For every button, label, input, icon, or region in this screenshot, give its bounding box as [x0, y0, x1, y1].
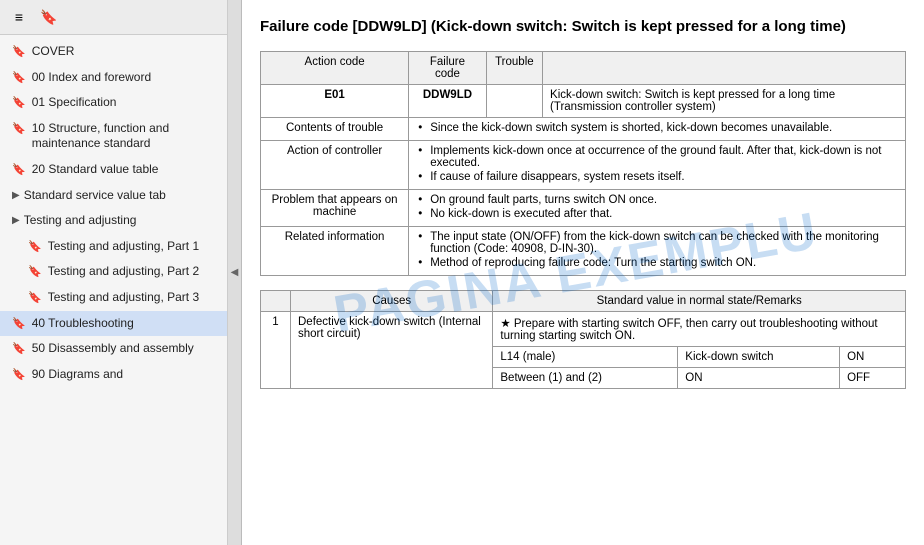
- action-code-value: E01: [261, 85, 409, 118]
- page-title: Failure code [DDW9LD] (Kick-down switch:…: [260, 16, 906, 37]
- problem-machine-label: Problem that appears on machine: [261, 190, 409, 227]
- sidebar-item-testing-adj-1[interactable]: 🔖 Testing and adjusting, Part 1: [0, 234, 227, 260]
- sidebar-item-label: 10 Structure, function and maintenance s…: [32, 121, 219, 152]
- sidebar-item-label: Testing and adjusting, Part 2: [48, 264, 219, 280]
- main-content: Failure code [DDW9LD] (Kick-down switch:…: [242, 0, 924, 545]
- related-info-value: The input state (ON/OFF) from the kick-d…: [409, 227, 906, 276]
- bookmark-item-icon: 🔖: [12, 96, 26, 110]
- info-table: Action code Failure code Trouble E01 DDW…: [260, 51, 906, 276]
- sidebar-item-20-standard[interactable]: 🔖 20 Standard value table: [0, 157, 227, 183]
- contents-value: Since the kick-down switch system is sho…: [409, 118, 906, 141]
- sidebar-item-00-index[interactable]: 🔖 00 Index and foreword: [0, 65, 227, 91]
- bookmark-icon[interactable]: 🔖: [38, 6, 60, 28]
- on-label: ON: [840, 347, 906, 368]
- cause-value: Defective kick-down switch (Internal sho…: [291, 312, 493, 389]
- sidebar-item-label: Testing and adjusting: [24, 213, 219, 229]
- sidebar-item-testing-adj-2[interactable]: 🔖 Testing and adjusting, Part 2: [0, 259, 227, 285]
- sidebar-item-40-trouble[interactable]: 🔖 40 Troubleshooting: [0, 311, 227, 337]
- col-trouble-desc-header: [543, 52, 906, 85]
- sidebar-item-label: Standard service value tab: [24, 188, 219, 204]
- off-value: OFF: [840, 368, 906, 389]
- collapse-arrow-icon: ◀: [231, 267, 239, 278]
- row-num: 1: [261, 312, 291, 389]
- bookmark-item-icon: 🔖: [28, 240, 42, 254]
- sidebar: ≡ 🔖 🔖 COVER 🔖 00 Index and foreword 🔖 01 Spec…: [0, 0, 228, 545]
- problem-machine-value: On ground fault parts, turns switch ON o…: [409, 190, 906, 227]
- trouble-desc-value: Kick-down switch: Switch is kept pressed…: [543, 85, 906, 118]
- sidebar-item-label: 40 Troubleshooting: [32, 316, 219, 332]
- switch-label: Kick-down switch: [678, 347, 840, 368]
- sidebar-item-01-spec[interactable]: 🔖 01 Specification: [0, 90, 227, 116]
- sidebar-item-90-diagrams[interactable]: 🔖 90 Diagrams and: [0, 362, 227, 388]
- sidebar-item-testing-adj-3[interactable]: 🔖 Testing and adjusting, Part 3: [0, 285, 227, 311]
- sidebar-item-label: 50 Disassembly and assembly: [32, 341, 219, 357]
- between-label: Between (1) and (2): [493, 368, 678, 389]
- sidebar-item-50-disassembly[interactable]: 🔖 50 Disassembly and assembly: [0, 336, 227, 362]
- sidebar-item-label: 20 Standard value table: [32, 162, 219, 178]
- sidebar-item-label: COVER: [32, 44, 219, 60]
- contents-label: Contents of trouble: [261, 118, 409, 141]
- sidebar-item-10-structure[interactable]: 🔖 10 Structure, function and maintenance …: [0, 116, 227, 157]
- failure-code-value: DDW9LD: [409, 85, 487, 118]
- bookmark-item-icon: 🔖: [12, 45, 26, 59]
- causes-table: Causes Standard value in normal state/Re…: [260, 290, 906, 389]
- col-trouble: Trouble: [486, 52, 542, 85]
- col-causes: Causes: [291, 291, 493, 312]
- bookmark-item-icon: 🔖: [12, 368, 26, 382]
- expand-arrow-icon: ▶: [12, 214, 20, 227]
- sidebar-item-label: Testing and adjusting, Part 3: [48, 290, 219, 306]
- sidebar-item-label: Testing and adjusting, Part 1: [48, 239, 219, 255]
- col-action-code: Action code: [261, 52, 409, 85]
- action-controller-label: Action of controller: [261, 141, 409, 190]
- action-controller-value: Implements kick-down once at occurrence …: [409, 141, 906, 190]
- menu-icon[interactable]: ≡: [8, 6, 30, 28]
- bookmark-item-icon: 🔖: [12, 163, 26, 177]
- related-info-label: Related information: [261, 227, 409, 276]
- bookmark-item-icon: 🔖: [28, 291, 42, 305]
- expand-arrow-icon: ▶: [12, 189, 20, 202]
- on-value: ON: [678, 368, 840, 389]
- connector-label: L14 (male): [493, 347, 678, 368]
- trouble-label: [486, 85, 542, 118]
- bookmark-item-icon: 🔖: [12, 317, 26, 331]
- sidebar-items: 🔖 COVER 🔖 00 Index and foreword 🔖 01 Specific…: [0, 35, 227, 545]
- col-standard: Standard value in normal state/Remarks: [493, 291, 906, 312]
- standard-intro: ★ Prepare with starting switch OFF, then…: [493, 312, 906, 347]
- bookmark-item-icon: 🔖: [12, 71, 26, 85]
- col-failure-code: Failure code: [409, 52, 487, 85]
- bookmark-item-icon: 🔖: [28, 265, 42, 279]
- bookmark-item-icon: 🔖: [12, 342, 26, 356]
- sidebar-item-label: 01 Specification: [32, 95, 219, 111]
- collapse-handle[interactable]: ◀: [228, 0, 242, 545]
- sidebar-item-std-service[interactable]: ▶ Standard service value tab: [0, 183, 227, 209]
- sidebar-item-cover[interactable]: 🔖 COVER: [0, 39, 227, 65]
- col-num: [261, 291, 291, 312]
- sidebar-item-testing-adj[interactable]: ▶ Testing and adjusting: [0, 208, 227, 234]
- sidebar-item-label: 00 Index and foreword: [32, 70, 219, 86]
- sidebar-item-label: 90 Diagrams and: [32, 367, 219, 383]
- bookmark-item-icon: 🔖: [12, 122, 26, 136]
- sidebar-toolbar: ≡ 🔖: [0, 0, 227, 35]
